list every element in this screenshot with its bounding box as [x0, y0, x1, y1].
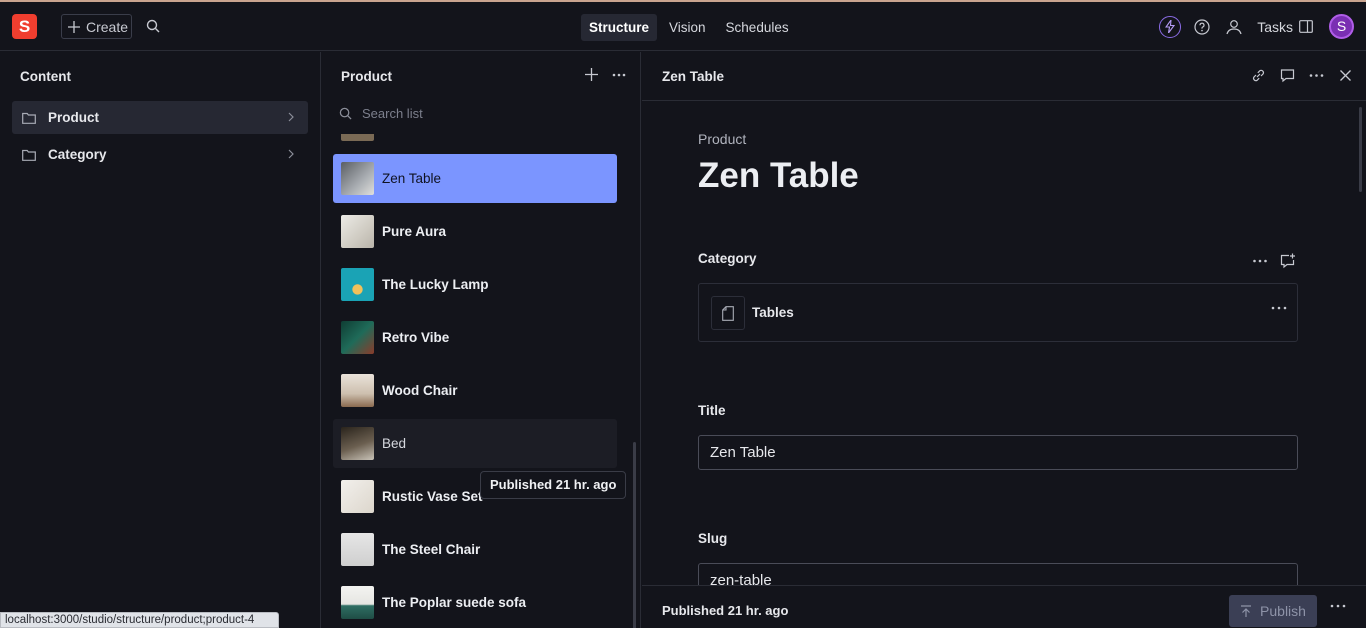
document-icon: [711, 296, 745, 330]
list-item-label: Wood Chair: [382, 383, 458, 398]
list-item[interactable]: Bed: [333, 419, 617, 468]
product-pane-actions: [585, 68, 626, 81]
list-item-label: Bed: [382, 436, 407, 451]
more-menu-icon[interactable]: [1330, 604, 1346, 608]
more-menu-icon[interactable]: [1271, 306, 1287, 310]
sidebar-panel-icon: [1299, 20, 1313, 33]
category-reference[interactable]: Tables: [698, 283, 1298, 342]
comment-icon[interactable]: [1279, 67, 1296, 84]
folder-icon: [22, 112, 36, 124]
list-item-label: The Lucky Lamp: [382, 277, 489, 292]
product-list-pane: Product Search list Zen Table Pure Aura …: [321, 52, 641, 628]
list-item[interactable]: The Lucky Lamp: [333, 260, 617, 309]
list-item[interactable]: Wood Chair: [333, 366, 617, 415]
category-field-actions: [1252, 253, 1296, 269]
chevron-right-icon: [288, 149, 294, 159]
help-icon[interactable]: [1191, 16, 1213, 38]
product-thumbnail: [341, 321, 374, 354]
link-icon[interactable]: [1250, 67, 1267, 84]
product-thumbnail: [341, 480, 374, 513]
add-comment-icon[interactable]: [1280, 253, 1296, 269]
plus-icon: [68, 20, 80, 33]
partial-list-item-thumb: [341, 134, 374, 141]
tasks-button[interactable]: Tasks: [1257, 19, 1313, 35]
list-item[interactable]: Zen Table: [333, 154, 617, 203]
chevron-right-icon: [288, 112, 294, 122]
document-header: Zen Table: [642, 52, 1366, 101]
document-actions: [1250, 67, 1354, 84]
list-item-label: Zen Table: [382, 171, 442, 186]
publish-icon: [1241, 604, 1252, 617]
close-icon[interactable]: [1337, 67, 1354, 84]
product-thumbnail: [341, 427, 374, 460]
content-item-category[interactable]: Category: [12, 138, 308, 171]
tasks-label: Tasks: [1257, 18, 1293, 35]
document-type-label: Product: [698, 131, 747, 147]
title-field-label: Title: [698, 403, 726, 418]
content-item-product[interactable]: Product: [12, 101, 308, 134]
list-item-label: The Steel Chair: [382, 542, 481, 557]
navbar-actions: Tasks S: [1159, 14, 1354, 39]
content-item-label: Product: [48, 110, 100, 125]
list-item-label: Rustic Vase Set: [382, 489, 483, 504]
slug-field-label: Slug: [698, 531, 728, 546]
more-menu-icon[interactable]: [612, 73, 626, 77]
status-tooltip: Published 21 hr. ago: [480, 471, 627, 499]
folder-icon: [22, 149, 36, 161]
title-input[interactable]: Zen Table: [698, 435, 1298, 470]
product-thumbnail: [341, 215, 374, 248]
search-list-placeholder: Search list: [362, 106, 423, 121]
list-item[interactable]: The Poplar suede sofa: [333, 578, 617, 627]
create-label: Create: [86, 18, 129, 35]
publish-status: Published 21 hr. ago: [662, 603, 789, 618]
list-scrollbar[interactable]: [633, 442, 636, 628]
product-thumbnail: [341, 586, 374, 619]
product-thumbnail: [341, 162, 374, 195]
content-pane: Content Product Category: [0, 52, 321, 628]
tab-schedules[interactable]: Schedules: [718, 14, 797, 41]
search-icon: [339, 107, 352, 120]
create-button[interactable]: Create: [61, 14, 132, 39]
user-avatar[interactable]: S: [1329, 14, 1354, 39]
content-pane-title: Content: [20, 69, 71, 84]
category-reference-value: Tables: [752, 305, 794, 320]
product-thumbnail: [341, 374, 374, 407]
list-item[interactable]: Retro Vibe: [333, 313, 617, 362]
content-item-label: Category: [48, 147, 107, 162]
tab-structure[interactable]: Structure: [581, 14, 658, 41]
collaborators-icon[interactable]: [1223, 16, 1245, 38]
list-item-label: The Poplar suede sofa: [382, 595, 527, 610]
nav-tabs: Structure Vision Schedules: [581, 14, 797, 41]
list-item[interactable]: The Steel Chair: [333, 525, 617, 574]
tab-vision[interactable]: Vision: [661, 14, 714, 41]
category-field-label: Category: [698, 251, 757, 266]
browser-status-url: localhost:3000/studio/structure/product;…: [0, 612, 279, 628]
search-icon[interactable]: [146, 19, 160, 33]
search-list-input[interactable]: Search list: [339, 106, 423, 121]
document-header-title: Zen Table: [662, 69, 725, 84]
publish-button[interactable]: Publish: [1229, 595, 1317, 627]
list-item-label: Retro Vibe: [382, 330, 450, 345]
top-navbar: S Create Structure Vision Schedules Task…: [0, 2, 1366, 51]
bolt-icon[interactable]: [1159, 15, 1182, 38]
publish-label: Publish: [1260, 603, 1306, 619]
list-item[interactable]: Pure Aura: [333, 207, 617, 256]
document-pane: Zen Table Product Zen Table Category Tab…: [642, 52, 1366, 628]
studio-logo[interactable]: S: [12, 14, 37, 39]
product-thumbnail: [341, 533, 374, 566]
product-thumbnail: [341, 268, 374, 301]
product-pane-title: Product: [341, 69, 393, 84]
more-menu-icon[interactable]: [1308, 67, 1325, 84]
document-title: Zen Table: [698, 156, 859, 195]
product-list: Zen Table Pure Aura The Lucky Lamp Retro…: [333, 134, 617, 628]
document-scrollbar[interactable]: [1359, 107, 1362, 192]
list-item-label: Pure Aura: [382, 224, 447, 239]
document-footer: Published 21 hr. ago Publish: [642, 585, 1366, 628]
add-document-icon[interactable]: [585, 68, 598, 81]
more-menu-icon[interactable]: [1252, 253, 1268, 269]
